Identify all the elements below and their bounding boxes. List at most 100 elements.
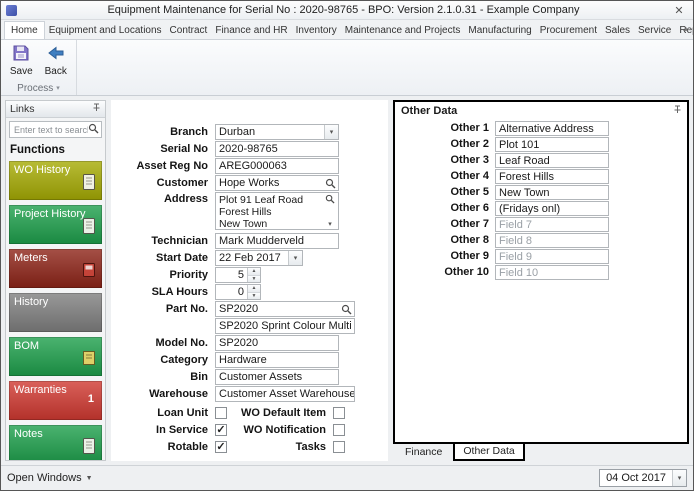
- wo-default-item-checkbox[interactable]: [333, 407, 345, 419]
- search-icon[interactable]: [88, 123, 99, 137]
- spin-up-icon[interactable]: ▲: [248, 268, 260, 276]
- other-3-field[interactable]: Leaf Road: [495, 152, 609, 168]
- other-10-field[interactable]: Field 10: [495, 264, 609, 280]
- branch-combo[interactable]: Durban ▾: [215, 124, 339, 140]
- ribbon-tab-home[interactable]: Home: [4, 21, 45, 39]
- chevron-down-icon[interactable]: ▾: [56, 84, 60, 92]
- other-1-field[interactable]: Alternative Address: [495, 120, 609, 136]
- process-group-caption: Process: [17, 82, 54, 94]
- spin-down-icon[interactable]: ▼: [248, 292, 260, 299]
- wo-notification-checkbox[interactable]: [333, 424, 345, 436]
- ribbon-tab-sales[interactable]: Sales: [601, 22, 634, 39]
- save-button-label: Save: [9, 66, 33, 77]
- save-button[interactable]: Save: [5, 43, 38, 81]
- status-date-picker[interactable]: 04 Oct 2017 ▾: [599, 469, 687, 487]
- other-4-field[interactable]: Forest Hills: [495, 168, 609, 184]
- chevron-down-icon[interactable]: ▾: [328, 220, 332, 228]
- chevron-down-icon[interactable]: ▾: [324, 125, 338, 139]
- sidebar-item-bom[interactable]: BOM: [9, 337, 102, 376]
- search-icon[interactable]: [338, 302, 354, 316]
- search-input[interactable]: Enter text to search...: [9, 121, 102, 138]
- ribbon-tab-service[interactable]: Service: [634, 22, 675, 39]
- in-service-checkbox[interactable]: [215, 424, 227, 436]
- branch-value: Durban: [219, 126, 256, 138]
- ribbon-tab-manufacturing[interactable]: Manufacturing: [464, 22, 535, 39]
- model-no-field[interactable]: SP2020: [215, 335, 339, 351]
- ribbon-tab-procurement[interactable]: Procurement: [536, 22, 601, 39]
- bom-icon: [81, 349, 97, 370]
- tab-finance[interactable]: Finance: [397, 444, 450, 460]
- other-1-label: Other 1: [450, 122, 489, 134]
- sidebar-item-warranties[interactable]: Warranties 1: [9, 381, 102, 420]
- app-icon: [6, 4, 17, 16]
- search-icon[interactable]: [322, 176, 338, 190]
- search-placeholder: Enter text to search...: [14, 124, 88, 135]
- sidebar-item-wo-history[interactable]: WO History: [9, 161, 102, 200]
- other-7-field[interactable]: Field 7: [495, 216, 609, 232]
- address-field[interactable]: Plot 91 Leaf Road Forest Hills New Town …: [215, 192, 339, 230]
- loan-unit-checkbox[interactable]: [215, 407, 227, 419]
- chevron-down-icon[interactable]: ▾: [288, 251, 302, 265]
- chevron-down-icon[interactable]: ▾: [672, 470, 686, 486]
- start-date-picker[interactable]: 22 Feb 2017 ▾: [215, 250, 303, 266]
- ribbon-tab-contract[interactable]: Contract: [166, 22, 212, 39]
- customer-lookup[interactable]: Hope Works: [215, 175, 339, 191]
- ribbon-collapse-icon[interactable]: ▴: [684, 24, 688, 33]
- title-bar: Equipment Maintenance for Serial No : 20…: [1, 1, 693, 20]
- category-field[interactable]: Hardware: [215, 352, 339, 368]
- sidebar-item-notes[interactable]: Notes: [9, 425, 102, 460]
- other-2-field[interactable]: Plot 101: [495, 136, 609, 152]
- asset-reg-no-label: Asset Reg No: [136, 160, 208, 172]
- spin-up-icon[interactable]: ▲: [248, 285, 260, 293]
- save-icon: [12, 44, 30, 65]
- notes-icon: [81, 437, 97, 458]
- tile-label: Warranties: [14, 384, 67, 396]
- part-description-field[interactable]: SP2020 Sprint Colour Multi: [215, 318, 355, 334]
- sidebar-item-meters[interactable]: Meters: [9, 249, 102, 288]
- bin-label: Bin: [190, 371, 208, 383]
- asset-reg-no-field[interactable]: AREG000063: [215, 158, 339, 174]
- tasks-label: Tasks: [295, 441, 326, 453]
- ribbon-tab-equipment-and-locations[interactable]: Equipment and Locations: [45, 22, 166, 39]
- warranties-count-badge: 1: [87, 393, 94, 405]
- other-5-field[interactable]: New Town: [495, 184, 609, 200]
- other-8-label: Other 8: [450, 234, 489, 246]
- priority-stepper[interactable]: 5 ▲ ▼: [215, 267, 261, 283]
- serial-no-field[interactable]: 2020-98765: [215, 141, 339, 157]
- tab-other-data[interactable]: Other Data: [453, 444, 525, 461]
- tasks-checkbox[interactable]: [333, 441, 345, 453]
- other-6-field[interactable]: (Fridays onl): [495, 200, 609, 216]
- other-8-field[interactable]: Field 8: [495, 232, 609, 248]
- part-no-lookup[interactable]: SP2020: [215, 301, 355, 317]
- priority-label: Priority: [169, 269, 208, 281]
- search-icon[interactable]: [325, 194, 335, 207]
- other-10-label: Other 10: [444, 266, 489, 278]
- window-title: Equipment Maintenance for Serial No : 20…: [107, 4, 580, 16]
- ribbon-tab-maintenance-and-projects[interactable]: Maintenance and Projects: [341, 22, 465, 39]
- spin-down-icon[interactable]: ▼: [248, 275, 260, 282]
- customer-label: Customer: [156, 177, 208, 189]
- sidebar-item-project-history[interactable]: Project History: [9, 205, 102, 244]
- rotable-checkbox[interactable]: [215, 441, 227, 453]
- bin-field[interactable]: Customer Assets: [215, 369, 339, 385]
- wo-history-icon: [81, 173, 97, 194]
- links-panel-header: Links: [6, 101, 105, 118]
- other-9-field[interactable]: Field 9: [495, 248, 609, 264]
- ribbon-tab-inventory[interactable]: Inventory: [292, 22, 341, 39]
- pin-icon[interactable]: [673, 105, 682, 117]
- status-date-value: 04 Oct 2017: [606, 472, 666, 484]
- pin-icon[interactable]: [92, 103, 101, 115]
- sidebar-item-history[interactable]: History: [9, 293, 102, 332]
- open-windows-button[interactable]: Open Windows ▼: [7, 472, 93, 484]
- close-icon[interactable]: ✕: [670, 4, 688, 17]
- sla-hours-stepper[interactable]: 0 ▲ ▼: [215, 284, 261, 300]
- ribbon-tab-finance-and-hr[interactable]: Finance and HR: [211, 22, 291, 39]
- meters-icon: [81, 261, 97, 282]
- other-data-title: Other Data: [401, 105, 458, 117]
- technician-field[interactable]: Mark Mudderveld: [215, 233, 339, 249]
- category-label: Category: [160, 354, 208, 366]
- technician-label: Technician: [151, 235, 208, 247]
- part-description-value: SP2020 Sprint Colour Multi: [219, 320, 352, 332]
- warehouse-field[interactable]: Customer Asset Warehouse: [215, 386, 355, 402]
- back-button[interactable]: Back: [40, 43, 73, 81]
